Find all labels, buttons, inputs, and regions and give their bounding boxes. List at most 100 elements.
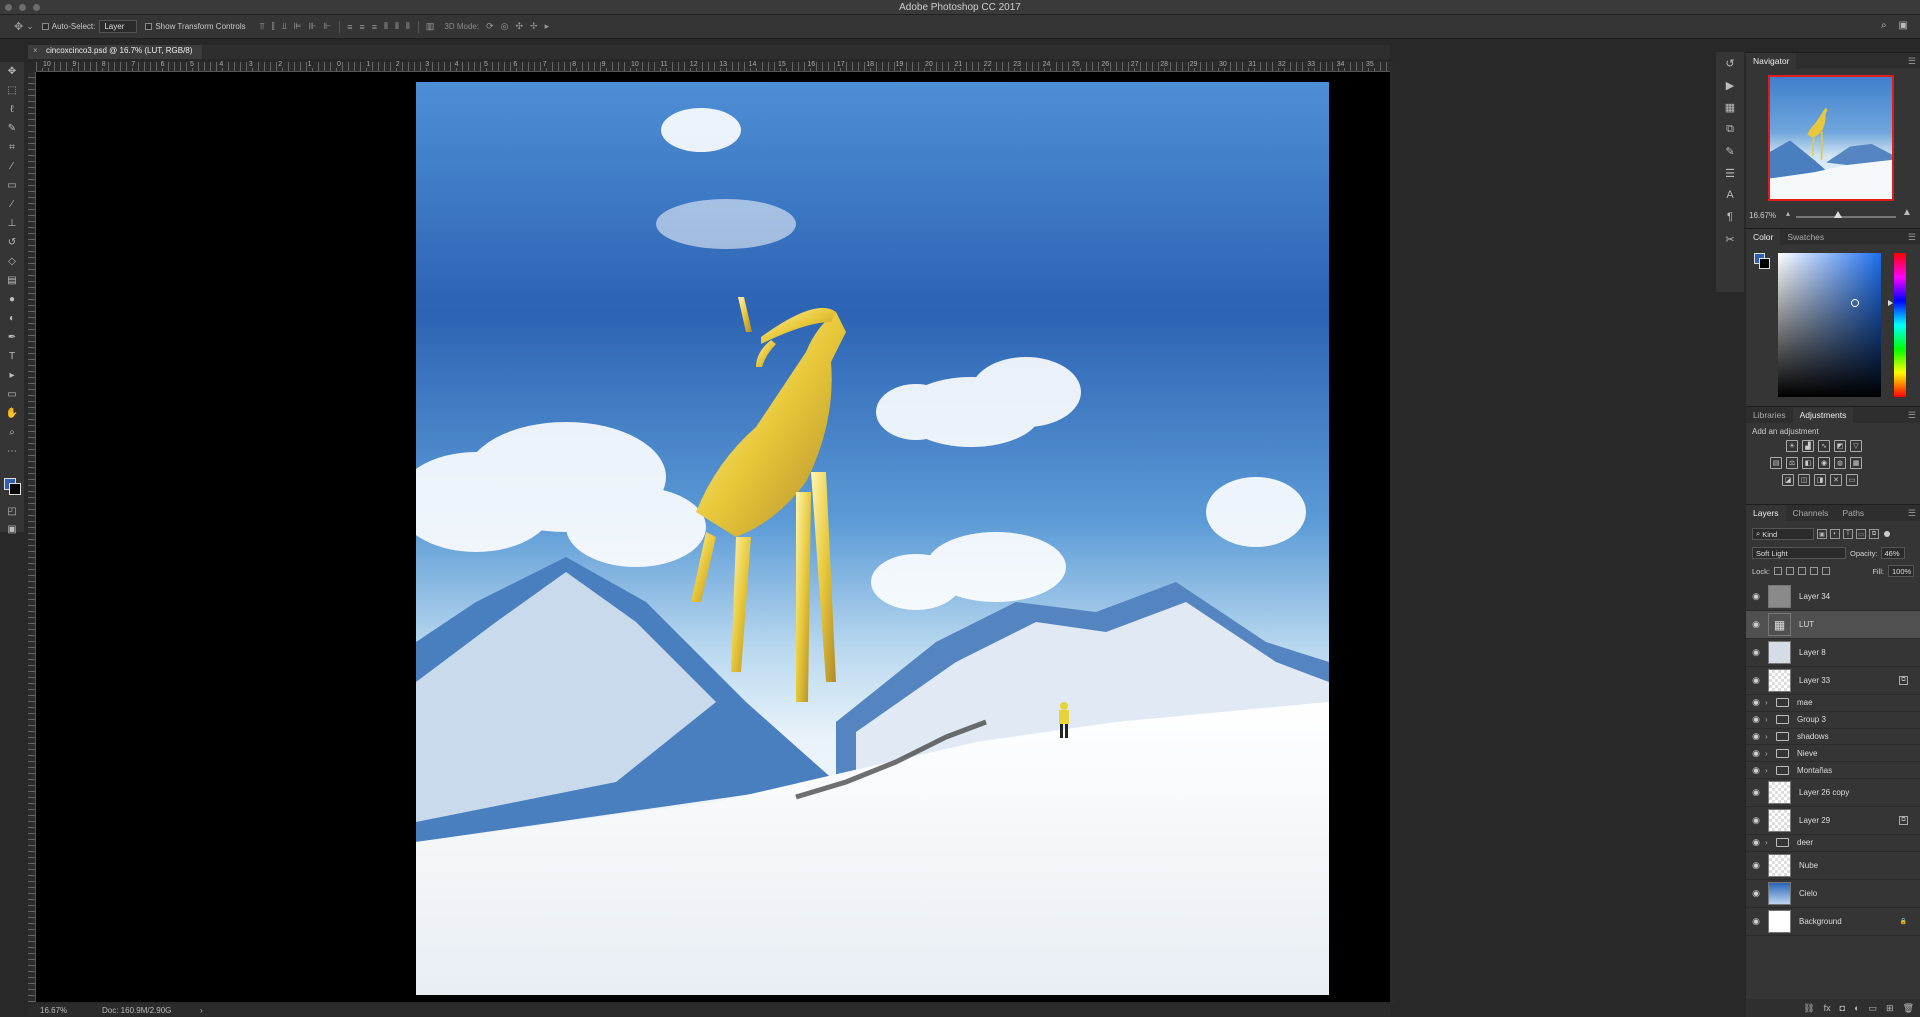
smart-object-filter-icon[interactable]: ⧉ bbox=[1869, 529, 1879, 539]
properties-panel-icon[interactable]: ☰ bbox=[1716, 162, 1744, 184]
3d-pan-icon[interactable]: ✣ bbox=[516, 21, 524, 32]
exposure-icon[interactable]: ◩ bbox=[1834, 440, 1846, 452]
clone-source-icon[interactable]: ⧉ bbox=[1716, 118, 1744, 140]
posterize-icon[interactable]: ◫ bbox=[1798, 474, 1810, 486]
visibility-eye-icon[interactable]: ◉ bbox=[1749, 619, 1763, 630]
navigator-zoom-slider[interactable] bbox=[1796, 216, 1896, 218]
layer-group-row[interactable]: ◉ › Group 3 bbox=[1746, 712, 1920, 729]
tab-swatches[interactable]: Swatches bbox=[1780, 229, 1831, 245]
auto-select-checkbox[interactable] bbox=[41, 23, 49, 30]
color-balance-icon[interactable]: ⚖ bbox=[1786, 457, 1798, 469]
tab-layers[interactable]: Layers bbox=[1746, 505, 1786, 521]
expand-chevron-icon[interactable]: › bbox=[1765, 838, 1773, 847]
zoom-readout[interactable]: 16.67% bbox=[40, 1006, 67, 1015]
expand-chevron-icon[interactable]: › bbox=[1765, 749, 1773, 758]
channel-mixer-icon[interactable]: ◍ bbox=[1834, 457, 1846, 469]
tab-navigator[interactable]: Navigator bbox=[1746, 53, 1797, 69]
distribute-hcenter-icon[interactable]: ⦀ bbox=[395, 21, 399, 32]
distribute-right-icon[interactable]: ⦀ bbox=[406, 21, 410, 32]
dodge-tool-icon[interactable]: ◐ bbox=[0, 309, 24, 328]
layer-row[interactable]: ◉ Layer 33 ⧉ bbox=[1746, 667, 1920, 695]
visibility-eye-icon[interactable]: ◉ bbox=[1749, 765, 1763, 776]
vertical-scrollbar[interactable] bbox=[1390, 62, 1398, 1004]
history-brush-tool-icon[interactable]: ↺ bbox=[0, 233, 24, 252]
distribute-left-icon[interactable]: ⦀ bbox=[384, 21, 388, 32]
distribute-top-icon[interactable]: ≡ bbox=[347, 22, 352, 32]
expand-chevron-icon[interactable]: › bbox=[1765, 732, 1773, 741]
paragraph-panel-icon[interactable]: ¶ bbox=[1716, 206, 1744, 228]
layer-thumbnail[interactable] bbox=[1768, 641, 1791, 664]
hue-slider[interactable] bbox=[1894, 253, 1906, 397]
layer-row[interactable]: ◉ Layer 26 copy bbox=[1746, 779, 1920, 807]
eraser-tool-icon[interactable]: ◇ bbox=[0, 252, 24, 271]
type-tool-icon[interactable]: T bbox=[0, 347, 24, 366]
delete-layer-icon[interactable]: 🗑 bbox=[1903, 1003, 1914, 1014]
pixel-filter-icon[interactable]: ▣ bbox=[1817, 529, 1827, 539]
levels-icon[interactable]: ▟ bbox=[1802, 440, 1814, 452]
layer-row[interactable]: ◉ Layer 29 ⧉ bbox=[1746, 807, 1920, 835]
expand-chevron-icon[interactable]: › bbox=[1765, 766, 1773, 775]
hand-tool-icon[interactable]: ✋ bbox=[0, 404, 24, 423]
distribute-vcenter-icon[interactable]: ≡ bbox=[359, 22, 364, 32]
visibility-eye-icon[interactable]: ◉ bbox=[1749, 697, 1763, 708]
status-menu-arrow-icon[interactable]: › bbox=[200, 1006, 203, 1015]
more-tools-icon[interactable]: ⋯ bbox=[0, 442, 24, 461]
visibility-eye-icon[interactable]: ◉ bbox=[1749, 714, 1763, 725]
lock-all-icon[interactable] bbox=[1821, 567, 1830, 575]
layer-row[interactable]: ◉ Background 🔒 bbox=[1746, 908, 1920, 936]
type-filter-icon[interactable]: T bbox=[1843, 529, 1853, 539]
layer-group-row[interactable]: ◉ › deer bbox=[1746, 835, 1920, 852]
navigator-thumbnail[interactable] bbox=[1768, 75, 1894, 201]
frame-tool-icon[interactable]: ▭ bbox=[0, 176, 24, 195]
layer-row[interactable]: ◉ Nube bbox=[1746, 852, 1920, 880]
stamp-tool-icon[interactable]: ⊥ bbox=[0, 214, 24, 233]
link-layers-icon[interactable]: ⛓ bbox=[1803, 1003, 1814, 1014]
pen-tool-icon[interactable]: ✒ bbox=[0, 328, 24, 347]
fill-field[interactable]: 100% bbox=[1888, 565, 1914, 577]
layer-row[interactable]: ◉ Layer 34 bbox=[1746, 583, 1920, 611]
visibility-eye-icon[interactable]: ◉ bbox=[1749, 837, 1763, 848]
gradient-tool-icon[interactable]: ▤ bbox=[0, 271, 24, 290]
layer-thumbnail[interactable] bbox=[1768, 780, 1791, 804]
auto-align-icon[interactable]: ▥ bbox=[426, 21, 435, 32]
vertical-ruler[interactable] bbox=[28, 72, 36, 1002]
move-tool-icon[interactable]: ✥ bbox=[0, 62, 24, 81]
tab-adjustments[interactable]: Adjustments bbox=[1792, 407, 1854, 423]
new-layer-icon[interactable]: ⊞ bbox=[1886, 1003, 1894, 1014]
lut-adjustment-icon[interactable]: ▦ bbox=[1768, 613, 1791, 636]
hue-slider-arrow[interactable] bbox=[1888, 300, 1893, 306]
document-artwork[interactable] bbox=[416, 82, 1329, 995]
background-color-swatch[interactable] bbox=[9, 483, 21, 495]
layer-group-row[interactable]: ◉ › mae bbox=[1746, 695, 1920, 712]
expand-chevron-icon[interactable]: › bbox=[1765, 698, 1773, 707]
history-panel-icon[interactable]: ↺ bbox=[1716, 52, 1744, 74]
black-white-icon[interactable]: ◧ bbox=[1802, 457, 1814, 469]
3d-orbit-icon[interactable]: ⟳ bbox=[486, 21, 494, 32]
show-transform-toggle[interactable]: Show Transform Controls bbox=[145, 22, 246, 31]
color-picker-marker[interactable] bbox=[1851, 299, 1859, 307]
new-adjustment-icon[interactable]: ◐ bbox=[1854, 1003, 1859, 1013]
hue-saturation-icon[interactable]: ▤ bbox=[1770, 457, 1782, 469]
layer-thumbnail[interactable] bbox=[1768, 909, 1791, 933]
panel-menu-icon[interactable]: ☰ bbox=[1908, 232, 1916, 243]
quick-mask-icon[interactable]: ◰ bbox=[0, 502, 24, 521]
color-lookup-icon[interactable]: ▦ bbox=[1850, 457, 1862, 469]
layer-thumbnail[interactable] bbox=[1768, 669, 1791, 692]
show-transform-checkbox[interactable] bbox=[145, 23, 153, 30]
invert-icon[interactable]: ◪ bbox=[1782, 474, 1794, 486]
3d-slide-icon[interactable]: ✢ bbox=[530, 21, 538, 32]
color-field[interactable] bbox=[1778, 253, 1881, 397]
layer-row[interactable]: ◉ Cielo bbox=[1746, 880, 1920, 908]
visibility-eye-icon[interactable]: ◉ bbox=[1749, 591, 1763, 602]
zoom-out-icon[interactable]: ▴ bbox=[1786, 209, 1790, 218]
marquee-tool-icon[interactable]: ⬚ bbox=[0, 81, 24, 100]
tab-color[interactable]: Color bbox=[1746, 229, 1781, 245]
visibility-eye-icon[interactable]: ◉ bbox=[1749, 787, 1763, 798]
eyedropper-tool-icon[interactable]: ⁄ bbox=[0, 157, 24, 176]
expand-chevron-icon[interactable]: › bbox=[1765, 715, 1773, 724]
layer-style-icon[interactable]: fx bbox=[1824, 1003, 1831, 1013]
visibility-eye-icon[interactable]: ◉ bbox=[1749, 748, 1763, 759]
visibility-eye-icon[interactable]: ◉ bbox=[1749, 675, 1763, 686]
auto-select-toggle[interactable]: Auto-Select: bbox=[41, 22, 95, 31]
character-panel-icon[interactable]: A bbox=[1716, 184, 1744, 206]
